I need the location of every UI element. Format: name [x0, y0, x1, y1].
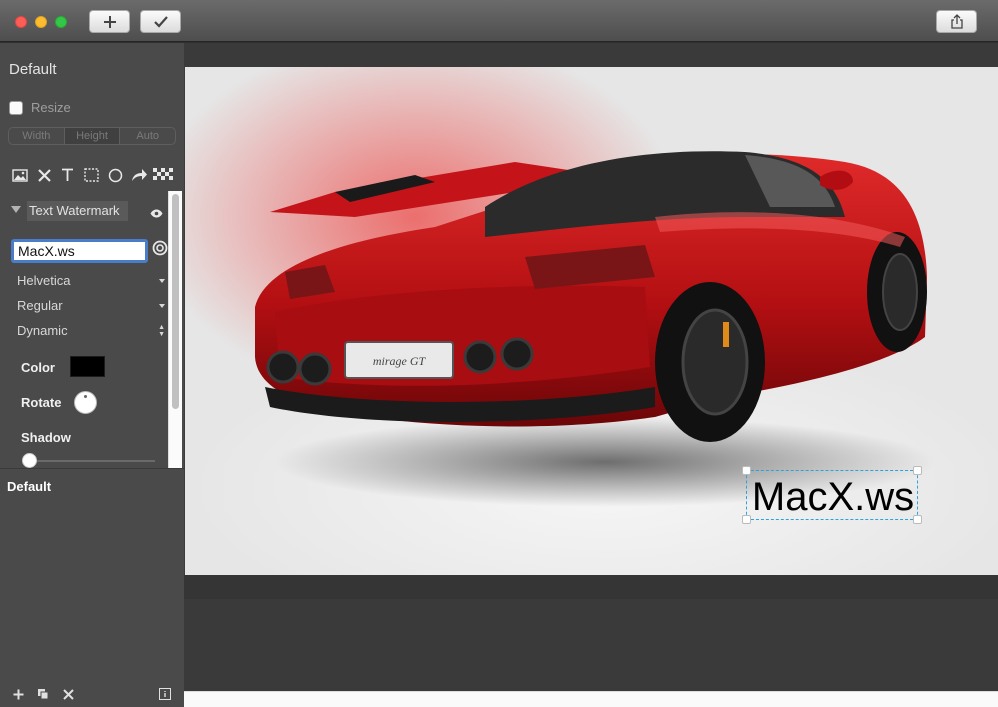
- target-icon[interactable]: [152, 240, 168, 261]
- info-icon[interactable]: [156, 685, 174, 703]
- text-watermark-section-header[interactable]: Text Watermark: [0, 201, 168, 221]
- rotate-knob[interactable]: [74, 391, 97, 414]
- resize-handle-top-right[interactable]: [913, 466, 922, 475]
- resize-handle-top-left[interactable]: [742, 466, 751, 475]
- thumbnail-strip[interactable]: [184, 691, 998, 707]
- panel-scrollbar[interactable]: [168, 191, 182, 468]
- font-family-popup[interactable]: Helvetica: [17, 273, 167, 288]
- font-family-value: Helvetica: [17, 273, 71, 288]
- arrow-icon[interactable]: [129, 165, 149, 185]
- rectangle-icon[interactable]: [81, 165, 101, 185]
- close-window-button[interactable]: [15, 16, 27, 28]
- segment-auto[interactable]: Auto: [120, 128, 175, 144]
- preset-list-item[interactable]: Default: [7, 479, 51, 494]
- canvas-top-margin: [184, 43, 998, 67]
- sidebar: Default Resize Width Height Auto Text Wa…: [0, 43, 184, 707]
- canvas-empty-area: [184, 599, 998, 691]
- disclosure-triangle-icon[interactable]: [11, 206, 21, 213]
- shadow-label: Shadow: [21, 430, 71, 445]
- text-icon[interactable]: [57, 165, 77, 185]
- resize-checkbox[interactable]: [9, 100, 23, 115]
- share-icon: [950, 14, 963, 29]
- scrollbar-thumb[interactable]: [172, 194, 179, 409]
- photo-preview[interactable]: mirage GT MacX.ws: [185, 67, 998, 575]
- resize-option[interactable]: Resize: [9, 100, 71, 115]
- up-down-arrows-icon: ▲ ▼: [158, 324, 165, 338]
- confirm-button[interactable]: [140, 10, 181, 33]
- resize-handle-bottom-left[interactable]: [742, 515, 751, 524]
- watermark-text[interactable]: MacX.ws: [747, 475, 919, 520]
- watermark-selection[interactable]: MacX.ws: [742, 466, 922, 524]
- font-style-value: Regular: [17, 298, 63, 313]
- delete-icon[interactable]: [59, 685, 77, 703]
- chevron-down-icon: [159, 279, 165, 283]
- zoom-window-button[interactable]: [55, 16, 67, 28]
- watermark-text-field[interactable]: MacX.ws: [11, 239, 148, 263]
- close-icon[interactable]: [34, 165, 54, 185]
- image-icon[interactable]: [10, 165, 30, 185]
- size-mode-value: Dynamic: [17, 323, 68, 338]
- canvas-area: mirage GT MacX.ws: [184, 43, 998, 707]
- segment-width[interactable]: Width: [9, 128, 64, 144]
- add-icon[interactable]: [9, 685, 27, 703]
- watermark-tools: [10, 165, 178, 185]
- font-style-popup[interactable]: Regular: [17, 298, 167, 313]
- sidebar-bottom-toolbar: [0, 683, 184, 707]
- rotate-label: Rotate: [21, 395, 62, 410]
- plus-icon: [103, 15, 116, 28]
- shadow-slider-track[interactable]: [23, 460, 155, 462]
- divider: [0, 468, 184, 469]
- size-mode-segmented-control[interactable]: Width Height Auto: [8, 127, 176, 145]
- segment-height[interactable]: Height: [63, 128, 121, 144]
- checkmark-icon: [153, 15, 168, 28]
- checker-icon[interactable]: [153, 165, 173, 185]
- canvas-bottom-margin: [184, 575, 998, 599]
- add-button[interactable]: [89, 10, 130, 33]
- section-label: Text Watermark: [27, 201, 128, 221]
- size-mode-popup[interactable]: Dynamic ▲ ▼: [17, 323, 167, 338]
- minimize-window-button[interactable]: [35, 16, 47, 28]
- share-button[interactable]: [936, 10, 977, 33]
- resize-handle-bottom-right[interactable]: [913, 515, 922, 524]
- shadow-slider-knob[interactable]: [22, 453, 37, 468]
- window-titlebar: [0, 0, 998, 42]
- eye-icon[interactable]: [150, 205, 163, 223]
- color-well[interactable]: [70, 356, 105, 377]
- resize-label: Resize: [31, 100, 71, 115]
- svg-text:mirage GT: mirage GT: [373, 354, 427, 368]
- circle-icon[interactable]: [105, 165, 125, 185]
- duplicate-icon[interactable]: [34, 685, 52, 703]
- watermark-properties-panel: Text Watermark MacX.ws Helvetica Regular…: [0, 191, 182, 468]
- color-label: Color: [21, 360, 55, 375]
- preset-title: Default: [9, 61, 57, 78]
- chevron-down-icon: [159, 304, 165, 308]
